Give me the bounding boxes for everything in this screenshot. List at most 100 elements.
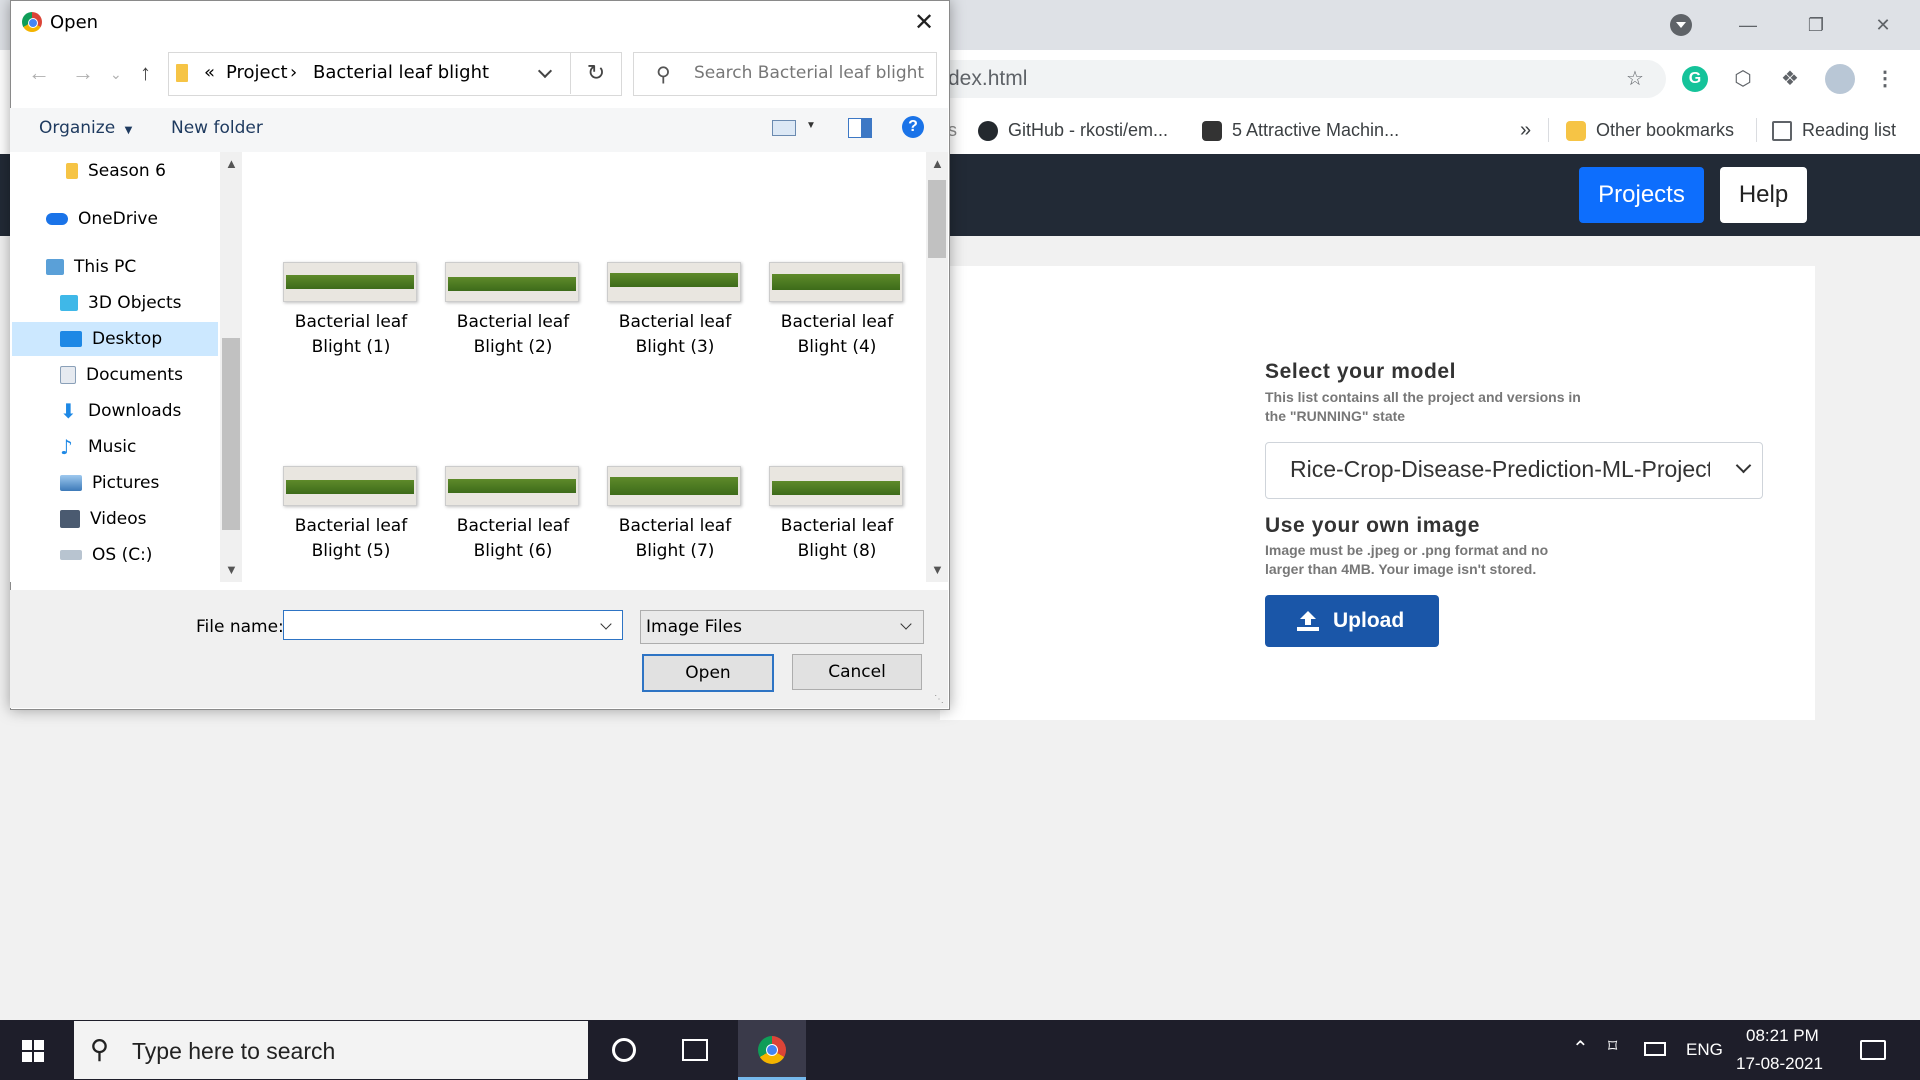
scroll-up-icon[interactable]: ▲ xyxy=(225,156,238,171)
organize-label: Organize xyxy=(39,118,116,138)
battery-icon[interactable] xyxy=(1644,1042,1666,1056)
folder-icon xyxy=(66,163,78,179)
file-caption-line1: Bacterial leaf xyxy=(294,312,408,332)
nav-item-this-pc[interactable]: This PC xyxy=(10,250,254,284)
back-arrow-icon[interactable]: ← xyxy=(28,60,50,86)
notifications-icon[interactable] xyxy=(1860,1040,1886,1060)
file-thumbnail xyxy=(769,466,903,506)
cloud-icon xyxy=(46,213,68,225)
extension-cube-icon[interactable]: ⬡ xyxy=(1728,64,1758,94)
bookmark-machines[interactable]: 5 Attractive Machin... xyxy=(1202,112,1399,148)
leaf-image xyxy=(448,479,576,493)
refresh-icon[interactable]: ↻ xyxy=(570,52,621,94)
reading-list[interactable]: Reading list xyxy=(1772,112,1896,148)
folder-icon xyxy=(1566,121,1586,142)
nav-item-label: OS (C:) xyxy=(92,545,153,565)
nav-item-onedrive[interactable]: OneDrive xyxy=(10,202,254,236)
file-caption-line2: Blight (5) xyxy=(311,541,391,561)
close-window-icon[interactable]: ✕ xyxy=(1860,10,1906,40)
other-bookmarks[interactable]: Other bookmarks xyxy=(1566,112,1734,148)
scroll-down-icon[interactable]: ▼ xyxy=(225,562,238,577)
help-button[interactable]: Help xyxy=(1720,167,1807,223)
close-icon[interactable]: ✕ xyxy=(906,5,942,41)
upload-icon xyxy=(1297,611,1319,631)
resize-grip-icon[interactable]: ⋱ xyxy=(934,694,944,705)
search-icon: ⚲ xyxy=(656,64,671,86)
select-model-title: Select your model xyxy=(1265,360,1457,383)
scroll-up-icon[interactable]: ▲ xyxy=(931,156,944,171)
help-icon[interactable]: ? xyxy=(902,116,924,138)
preview-pane-icon[interactable] xyxy=(848,118,872,138)
own-image-description: Image must be .jpeg or .png format and n… xyxy=(1265,542,1549,577)
file-item[interactable]: Bacterial leaf Blight (5) xyxy=(276,466,426,566)
breadcrumb-overflow[interactable]: « xyxy=(204,62,215,83)
leaf-image xyxy=(772,274,900,290)
view-caret-icon[interactable]: ▼ xyxy=(806,120,816,131)
file-item[interactable]: Bacterial leaf Blight (3) xyxy=(600,262,750,362)
own-image-title: Use your own image xyxy=(1265,514,1481,537)
chrome-icon-center xyxy=(766,1044,778,1056)
forward-arrow-icon[interactable]: → xyxy=(72,60,94,86)
file-item[interactable]: Bacterial leaf Blight (4) xyxy=(762,262,912,362)
recent-locations-chevron-icon[interactable]: ⌄ xyxy=(110,66,122,83)
file-caption-line1: Bacterial leaf xyxy=(294,516,408,536)
folder-icon xyxy=(176,64,188,82)
nav-item-label: OneDrive xyxy=(78,209,158,229)
file-item[interactable]: Bacterial leaf Blight (8) xyxy=(762,466,912,566)
projects-button[interactable]: Projects xyxy=(1579,167,1704,223)
kebab-menu-icon[interactable]: ⋮ xyxy=(1870,64,1900,94)
document-icon xyxy=(60,366,76,384)
file-item[interactable]: Bacterial leaf Blight (7) xyxy=(600,466,750,566)
leaf-image xyxy=(772,481,900,495)
bookmark-github[interactable]: GitHub - rkosti/em... xyxy=(978,112,1168,148)
file-thumbnail xyxy=(283,466,417,506)
clock-date[interactable]: 17-08-2021 xyxy=(1736,1054,1823,1074)
file-caption-line2: Blight (7) xyxy=(635,541,715,561)
cancel-button[interactable]: Cancel xyxy=(792,654,922,690)
dialog-footer xyxy=(10,590,948,708)
clock-time[interactable]: 08:21 PM xyxy=(1746,1026,1819,1046)
open-button[interactable]: Open xyxy=(642,654,774,692)
grammarly-icon[interactable]: G xyxy=(1682,66,1708,92)
star-icon[interactable]: ☆ xyxy=(1620,64,1650,94)
breadcrumb-project[interactable]: Project xyxy=(226,62,288,83)
video-icon xyxy=(60,510,80,528)
breadcrumb-current[interactable]: Bacterial leaf blight xyxy=(313,62,489,83)
address-text: dex.html xyxy=(948,67,1028,90)
task-view-icon[interactable] xyxy=(682,1039,708,1061)
organize-menu[interactable]: Organize ▼ xyxy=(39,118,132,138)
file-thumbnail xyxy=(769,262,903,302)
view-options-icon[interactable] xyxy=(772,120,796,136)
file-caption-line1: Bacterial leaf xyxy=(780,516,894,536)
caret-down-icon: ▼ xyxy=(124,125,133,136)
file-caption-line2: Blight (6) xyxy=(473,541,553,561)
restore-icon[interactable]: ❐ xyxy=(1793,10,1839,40)
nav-scrollbar-thumb[interactable] xyxy=(222,338,240,530)
file-item[interactable]: Bacterial leaf Blight (2) xyxy=(438,262,588,362)
download-icon: ⬇ xyxy=(60,399,77,423)
github-icon xyxy=(978,121,998,142)
new-folder-button[interactable]: New folder xyxy=(171,118,263,138)
extensions-puzzle-icon[interactable]: ❖ xyxy=(1775,64,1805,94)
wifi-icon[interactable]: ⌑ xyxy=(1608,1036,1617,1057)
nav-item-label: Downloads xyxy=(88,401,182,421)
reading-list-label: Reading list xyxy=(1802,120,1897,140)
file-item[interactable]: Bacterial leaf Blight (6) xyxy=(438,466,588,566)
up-arrow-icon[interactable]: ↑ xyxy=(140,60,151,86)
file-caption-line1: Bacterial leaf xyxy=(456,312,570,332)
file-name-input[interactable] xyxy=(283,610,623,640)
file-item[interactable]: Bacterial leaf Blight (1) xyxy=(276,262,426,362)
file-scrollbar-thumb[interactable] xyxy=(928,180,946,258)
language-indicator[interactable]: ENG xyxy=(1686,1040,1723,1060)
bookmarks-overflow-chevron-icon[interactable]: » xyxy=(1520,112,1531,148)
desktop-icon xyxy=(60,331,82,347)
avatar[interactable] xyxy=(1825,64,1855,94)
address-bar[interactable] xyxy=(930,60,1666,98)
file-thumbnail xyxy=(445,466,579,506)
scroll-down-icon[interactable]: ▼ xyxy=(931,562,944,577)
cortana-icon[interactable] xyxy=(612,1038,636,1062)
tray-overflow-icon[interactable]: ⌃ xyxy=(1572,1036,1589,1061)
upload-button[interactable]: Upload xyxy=(1265,595,1439,647)
minimize-icon[interactable]: — xyxy=(1725,10,1771,40)
dialog-title: Open xyxy=(50,12,99,33)
